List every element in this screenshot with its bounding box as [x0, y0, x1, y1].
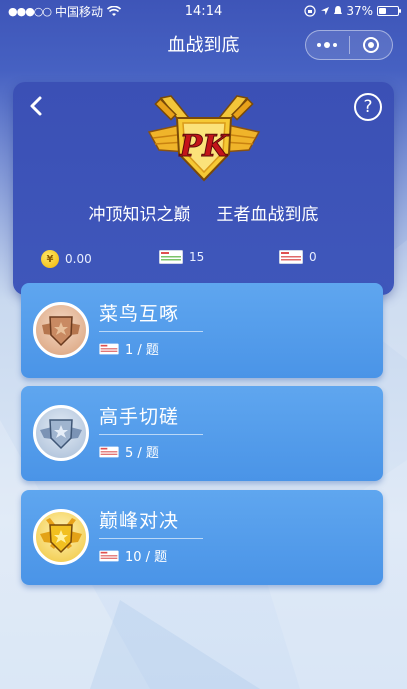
- level-cost: 10 / 题: [99, 546, 167, 565]
- slogan-left: 冲顶知识之巅: [88, 205, 191, 225]
- ticket-icon: [99, 550, 119, 561]
- level-cost-value: 5 / 题: [125, 446, 159, 461]
- help-button[interactable]: ?: [354, 93, 382, 121]
- red-ticket-count: 0: [309, 250, 317, 264]
- level-divider: [99, 331, 203, 332]
- wifi-icon: [107, 5, 122, 16]
- back-button[interactable]: [25, 94, 49, 118]
- level-title: 高手切磋: [99, 406, 180, 428]
- coin-stat: ¥ 0.00: [41, 250, 92, 268]
- slogans: 冲顶知识之巅 王者血战到底: [13, 200, 394, 225]
- level-cost: 5 / 题: [99, 442, 159, 461]
- coin-value: 0.00: [65, 252, 92, 266]
- chevron-left-icon: [30, 96, 42, 116]
- badge-silver: [33, 405, 89, 461]
- level-card-peak[interactable]: 巅峰对决 10 / 题: [21, 490, 383, 585]
- level-cost-value: 10 / 题: [125, 550, 168, 565]
- miniprogram-capsule: [305, 30, 393, 60]
- pk-emblem-text: PK: [179, 129, 231, 164]
- more-button[interactable]: [306, 42, 349, 48]
- level-title: 菜鸟互啄: [99, 303, 180, 325]
- pk-emblem-icon: PK: [147, 95, 261, 182]
- more-dot-icon: [324, 42, 331, 48]
- level-cost-value: 1 / 题: [125, 343, 159, 358]
- signal-icon: ●●●○○: [8, 4, 52, 18]
- gold-shield-icon: [40, 518, 82, 554]
- status-time: 14:14: [184, 3, 223, 19]
- more-dot-icon: [317, 43, 322, 47]
- bronze-shield-icon: [42, 316, 80, 347]
- level-card-expert[interactable]: 高手切磋 5 / 题: [21, 386, 383, 481]
- green-ticket-icon: [159, 250, 183, 264]
- status-left: ●●●○○ 中国移动: [8, 3, 122, 20]
- ticket-icon: [99, 446, 119, 457]
- nav-bar: 血战到底: [0, 22, 407, 66]
- status-right: 37%: [304, 4, 401, 18]
- level-title: 巅峰对决: [99, 510, 180, 532]
- level-card-rookie[interactable]: 菜鸟互啄 1 / 题: [21, 283, 383, 378]
- level-cost: 1 / 题: [99, 339, 159, 358]
- carrier-label: 中国移动: [55, 4, 104, 19]
- silver-shield-icon: [40, 419, 82, 450]
- close-button[interactable]: [350, 37, 393, 53]
- green-ticket-stat: 15: [159, 250, 204, 264]
- level-divider: [99, 434, 203, 435]
- more-dot-icon: [333, 43, 338, 47]
- header-card: ? PK 冲顶知识之巅 王者血战到底 ¥ 0.00 15 0: [13, 82, 394, 295]
- badge-gold: [33, 509, 89, 565]
- stats-row: ¥ 0.00 15 0: [13, 250, 394, 270]
- slogan-right: 王者血战到底: [216, 205, 319, 225]
- coin-icon: ¥: [41, 250, 59, 268]
- ticket-icon: [99, 343, 119, 354]
- green-ticket-count: 15: [189, 250, 205, 264]
- location-icon: [321, 7, 330, 15]
- level-divider: [99, 538, 203, 539]
- badge-bronze: [33, 302, 89, 358]
- battery-percent: 37%: [346, 4, 373, 18]
- close-circle-icon: [362, 37, 379, 53]
- red-ticket-stat: 0: [279, 250, 317, 264]
- status-bar: ●●●○○ 中国移动 14:14 37%: [0, 0, 407, 22]
- battery-icon: [377, 6, 401, 16]
- red-ticket-icon: [279, 250, 303, 264]
- alarm-icon: [334, 6, 343, 14]
- orientation-lock-icon: [304, 5, 316, 17]
- battery-fill: [379, 8, 386, 14]
- page-title: 血战到底: [167, 35, 240, 56]
